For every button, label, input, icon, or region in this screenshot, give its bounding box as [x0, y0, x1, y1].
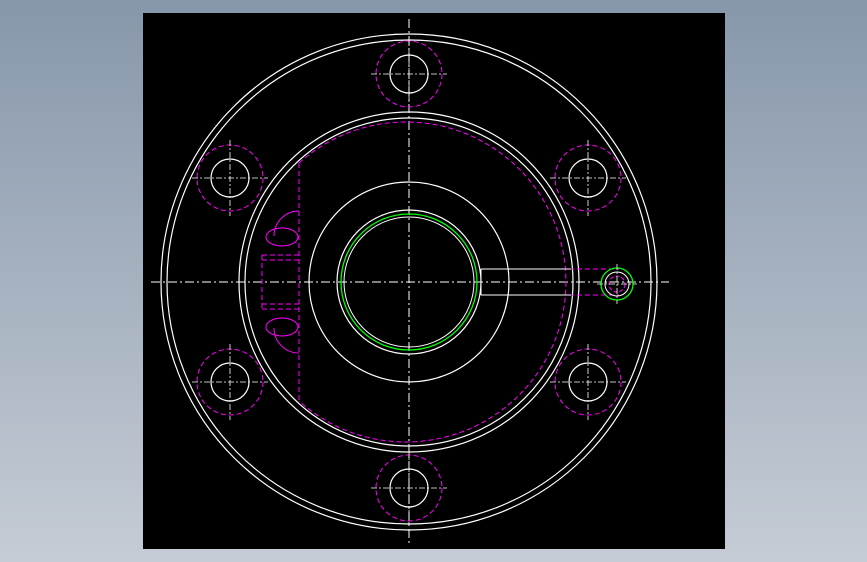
- bolt-hole: [192, 140, 268, 216]
- flange-drawing: [151, 19, 669, 546]
- bolt-hole: [371, 36, 447, 112]
- hidden-lower-ellipse: [265, 317, 299, 337]
- hidden-upper-ellipse: [265, 227, 299, 247]
- center-lines: [151, 19, 669, 546]
- drawing-canvas[interactable]: [143, 13, 725, 549]
- side-port-bore: [480, 264, 637, 304]
- bolt-hole: [550, 140, 626, 216]
